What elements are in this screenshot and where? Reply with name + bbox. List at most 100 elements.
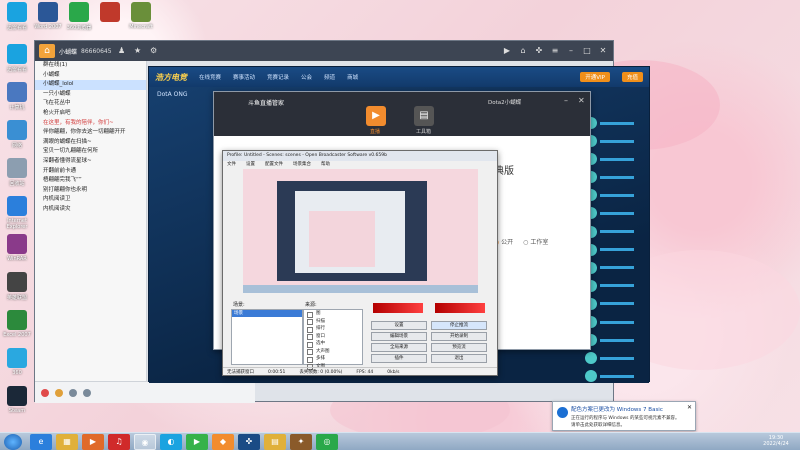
desktop-icon[interactable]: 计算机 bbox=[0, 82, 34, 111]
member-row[interactable]: 群在线(1) bbox=[35, 61, 146, 71]
desktop-icon[interactable]: 360 bbox=[0, 348, 34, 376]
member-row[interactable]: 宝贝一切九翩翩在何所 bbox=[35, 147, 146, 157]
hero-row[interactable] bbox=[585, 368, 647, 384]
scene-item[interactable]: 场景 bbox=[232, 310, 302, 317]
vip-button[interactable]: 开通VIP bbox=[580, 72, 610, 82]
hero-task-icon[interactable]: ✦ bbox=[290, 434, 312, 450]
source-item[interactable]: 排行 bbox=[304, 325, 362, 333]
member-row[interactable]: 别打翩翩你也永明 bbox=[35, 186, 146, 196]
source-item[interactable]: 扫描 bbox=[304, 318, 362, 326]
source-item[interactable]: 选中 bbox=[304, 340, 362, 348]
source-item[interactable]: 图 bbox=[304, 310, 362, 318]
desktop-icon[interactable]: Excel 2007 bbox=[0, 310, 34, 338]
clock[interactable]: 19:30 2022/4/24 bbox=[756, 435, 796, 447]
obs-menu-item[interactable]: 场景集合 bbox=[293, 161, 311, 169]
game-tab[interactable]: 公会 bbox=[301, 73, 312, 81]
hero-row[interactable] bbox=[585, 151, 647, 167]
source-item[interactable]: 大声图 bbox=[304, 348, 362, 356]
edit-scene-button[interactable]: 编辑场景 bbox=[371, 332, 427, 341]
hero-row[interactable] bbox=[585, 205, 647, 221]
gamepad-icon[interactable]: ✜ bbox=[533, 45, 545, 57]
scenes-list[interactable]: 场景 bbox=[231, 309, 303, 365]
start-record-button[interactable]: 开始录制 bbox=[431, 332, 487, 341]
pay-button[interactable]: 充值 bbox=[621, 72, 643, 82]
mic-volume-meter[interactable] bbox=[373, 303, 423, 313]
notify-close-icon[interactable]: ✕ bbox=[687, 404, 692, 411]
close-icon[interactable]: ✕ bbox=[597, 45, 609, 57]
star-icon[interactable]: ★ bbox=[132, 45, 144, 57]
stop-stream-button[interactable]: 停止推流 bbox=[431, 321, 487, 330]
source-item[interactable]: 窗口 bbox=[304, 333, 362, 341]
member-row[interactable]: 小蝴蝶_lolol bbox=[35, 80, 146, 90]
obs-menu-item[interactable]: 帮助 bbox=[321, 161, 330, 169]
home-icon[interactable]: ⌂ bbox=[39, 44, 55, 58]
account-name[interactable]: Dota2小蝴蝶 bbox=[488, 98, 521, 106]
start-button[interactable] bbox=[4, 434, 22, 450]
settings-icon[interactable]: ⚙ bbox=[148, 45, 160, 57]
plugins-button[interactable]: 插件 bbox=[371, 354, 427, 363]
desktop-icon[interactable]: 360浏览器 bbox=[62, 2, 96, 31]
member-row[interactable]: 在这里，有我的陪伴，你们~ bbox=[35, 119, 146, 129]
dialog-minimize-icon[interactable]: – bbox=[564, 96, 568, 105]
player-task-icon[interactable]: ▶ bbox=[186, 434, 208, 450]
desktop-icon[interactable]: 英雄联盟 bbox=[0, 272, 34, 301]
douyu-task-icon[interactable]: ◆ bbox=[212, 434, 234, 450]
member-row[interactable]: 内机阅读卫 bbox=[35, 195, 146, 205]
game-tab[interactable]: 频道 bbox=[324, 73, 335, 81]
hero-row[interactable] bbox=[585, 187, 647, 203]
mic-icon[interactable] bbox=[69, 388, 77, 397]
browser-task-icon[interactable]: ◎ bbox=[316, 434, 338, 450]
game-tab[interactable]: 赛事活动 bbox=[233, 73, 255, 81]
member-row[interactable]: 小蝴蝶 bbox=[35, 71, 146, 81]
home-nav-icon[interactable]: ⌂ bbox=[517, 45, 529, 57]
desktop-icon[interactable]: 网络 bbox=[0, 120, 34, 149]
emoji-icon[interactable] bbox=[55, 388, 63, 397]
settings-button[interactable]: 设置 bbox=[371, 321, 427, 330]
hero-row[interactable] bbox=[585, 350, 647, 366]
explorer-task-icon[interactable]: ▦ bbox=[56, 434, 78, 450]
desktop-volume-meter[interactable] bbox=[435, 303, 485, 313]
minimize-icon[interactable]: – bbox=[565, 45, 577, 57]
obs-menu-item[interactable]: 设置 bbox=[246, 161, 255, 169]
hero-row[interactable] bbox=[585, 260, 647, 276]
game-task-icon[interactable]: ✜ bbox=[238, 434, 260, 450]
source-item[interactable]: 多排 bbox=[304, 355, 362, 363]
member-row[interactable]: 内机阅读灾 bbox=[35, 205, 146, 215]
toolbox-tab-icon[interactable]: ▤ bbox=[414, 106, 434, 126]
folder-task-icon[interactable]: ▤ bbox=[264, 434, 286, 450]
obs-menu-item[interactable]: 文件 bbox=[227, 161, 236, 169]
hero-row[interactable] bbox=[585, 224, 647, 240]
obs-menu-item[interactable]: 配置文件 bbox=[265, 161, 283, 169]
desktop-icon[interactable]: 迅雷看看 bbox=[0, 2, 34, 31]
member-row[interactable]: 满眼的蝴蝶在扫描~ bbox=[35, 138, 146, 148]
live-tab-icon[interactable]: ▶ bbox=[366, 106, 386, 126]
member-row[interactable]: 枪火开启吧 bbox=[35, 109, 146, 119]
desktop-icon[interactable] bbox=[93, 2, 127, 24]
dialog-close-icon[interactable]: ✕ bbox=[578, 96, 585, 105]
hero-row[interactable] bbox=[585, 314, 647, 330]
play-icon[interactable]: ▶ bbox=[501, 45, 513, 57]
hero-row[interactable] bbox=[585, 278, 647, 294]
game-tab[interactable]: 在线竞赛 bbox=[199, 73, 221, 81]
ie-task-icon[interactable]: e bbox=[30, 434, 52, 450]
game-tab[interactable]: 商城 bbox=[347, 73, 358, 81]
sources-list[interactable]: 图扫描 排行 窗口 选中 大声图 多排 文图 bbox=[303, 309, 363, 370]
notification-balloon[interactable]: 配色方案已更改为 Windows 7 Basic 正在运行的程序与 Window… bbox=[552, 401, 696, 431]
hero-row[interactable] bbox=[585, 332, 647, 348]
desktop-icon[interactable]: Steam bbox=[0, 386, 34, 414]
hero-row[interactable] bbox=[585, 169, 647, 185]
hero-row[interactable] bbox=[585, 133, 647, 149]
speaker-icon[interactable] bbox=[83, 388, 91, 397]
member-row[interactable]: 梧翩翩完我飞“” bbox=[35, 176, 146, 186]
member-row[interactable]: 飞在花丛中 bbox=[35, 99, 146, 109]
member-row[interactable]: 深翻者懂得流星球~ bbox=[35, 157, 146, 167]
desktop-icon[interactable]: Internet Explorer bbox=[0, 196, 34, 230]
desktop-icon[interactable]: Word 2007 bbox=[31, 2, 65, 30]
desktop-icon[interactable]: WinRAR bbox=[0, 234, 34, 262]
preview-button[interactable]: 预览流 bbox=[431, 343, 487, 352]
hero-row[interactable] bbox=[585, 115, 647, 131]
studio-radio[interactable]: ○ 工作室 bbox=[523, 237, 548, 246]
maximize-icon[interactable]: □ bbox=[581, 45, 593, 57]
desktop-icon[interactable]: 迅雷看看 bbox=[0, 44, 34, 73]
desktop-icon[interactable]: 回收站 bbox=[0, 158, 34, 187]
